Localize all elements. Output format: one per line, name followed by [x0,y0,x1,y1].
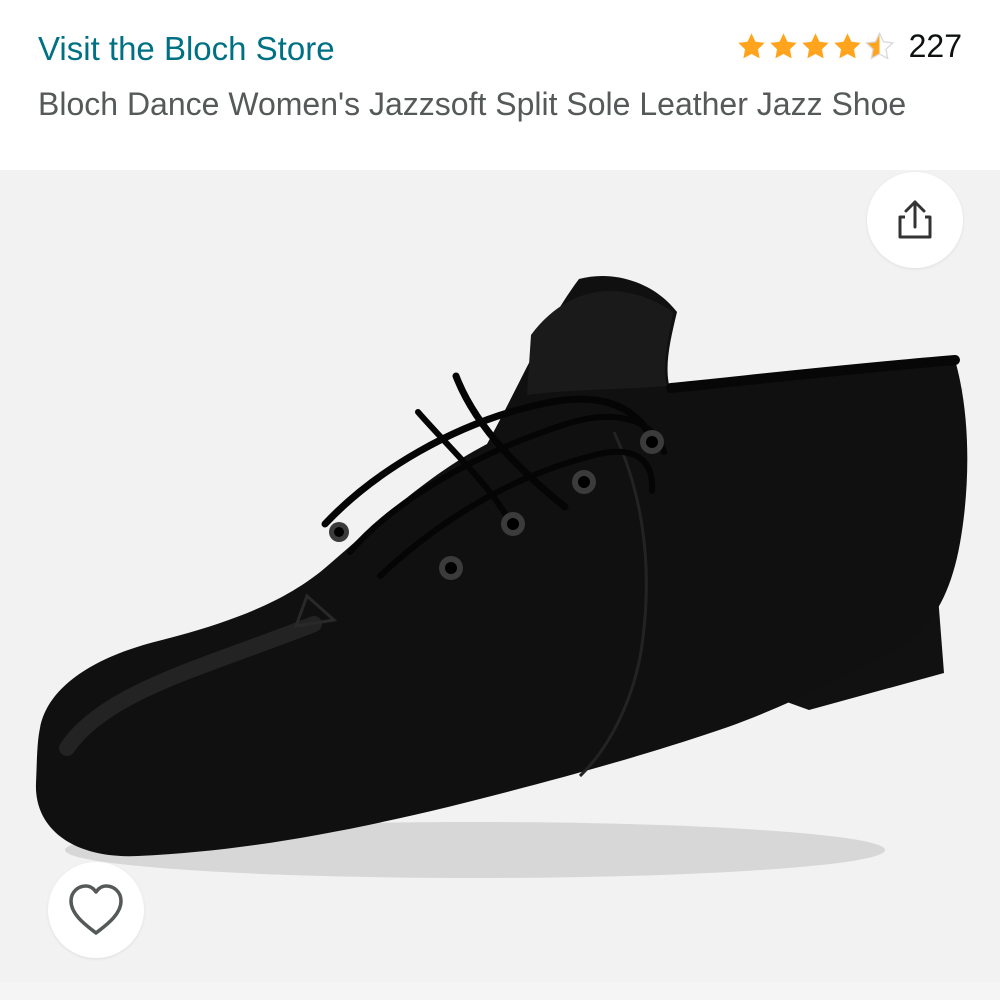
star-full-icon [833,33,861,59]
visit-store-link[interactable]: Visit the Bloch Store [38,30,335,68]
share-button[interactable] [867,172,963,268]
star-full-icon [769,33,797,59]
rating-summary[interactable]: 227 [736,28,962,65]
product-page: Visit the Bloch Store 227 Bloch Dance Wo… [0,0,1000,1000]
product-image[interactable] [0,170,1000,982]
product-title: Bloch Dance Women's Jazzsoft Split Sole … [38,86,907,122]
review-count[interactable]: 227 [909,28,962,65]
star-full-icon [737,33,765,59]
bottom-divider [0,982,1000,1000]
heart-icon [69,884,123,935]
star-full-icon [801,33,829,59]
product-image-container[interactable] [0,170,1000,982]
product-header: Visit the Bloch Store 227 Bloch Dance Wo… [0,0,1000,170]
star-rating [736,31,895,62]
star-half-icon [864,31,894,60]
share-icon [898,200,932,239]
wishlist-button[interactable] [48,862,144,958]
